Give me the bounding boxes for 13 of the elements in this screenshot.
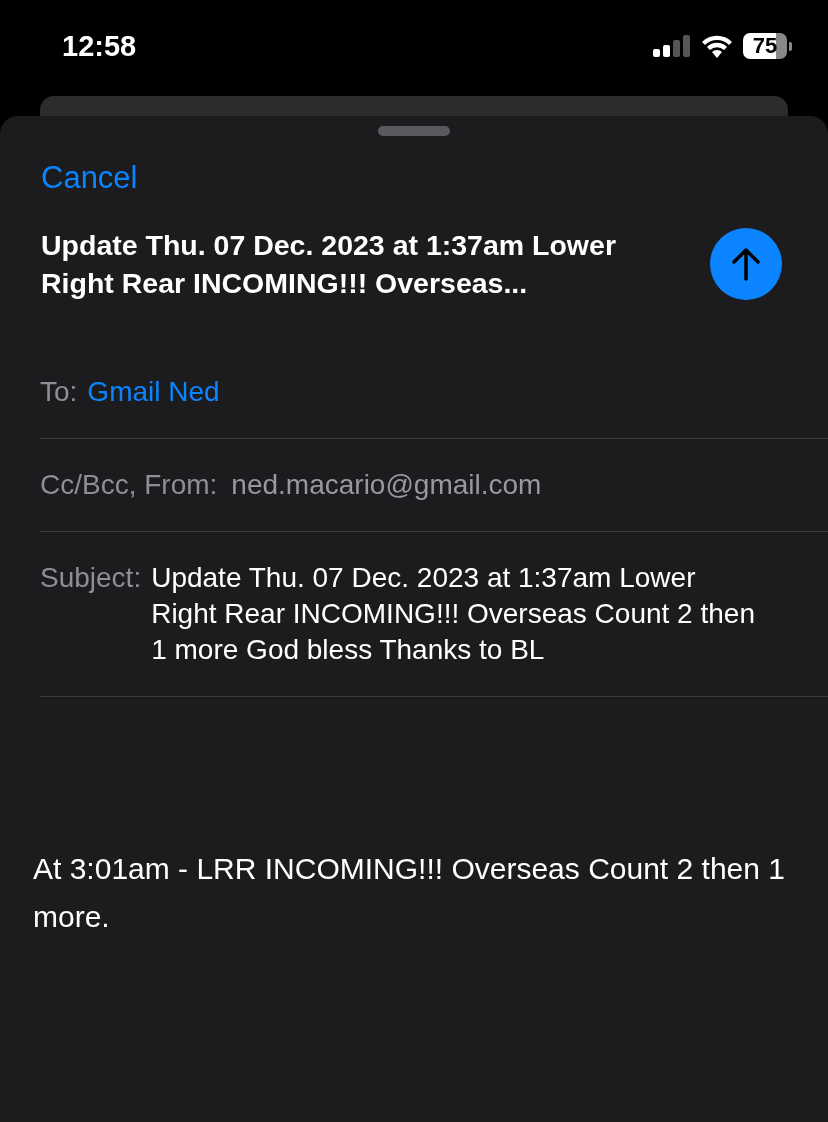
arrow-up-icon (731, 247, 761, 281)
field-label: To: (40, 375, 78, 409)
cancel-button[interactable]: Cancel (41, 160, 138, 196)
message-body[interactable]: At 3:01am - LRR INCOMING!!! Overseas Count 2 then 1 more. (33, 845, 788, 941)
compose-title: Update Thu. 07 Dec. 2023 at 1:37am Lower Right Rear INCOMING!!! Overseas... (41, 228, 617, 301)
field-value[interactable]: ned.macario@gmail.com (231, 467, 602, 503)
field-label: Subject: (40, 561, 142, 595)
field-label: Cc/Bcc, From: (40, 468, 218, 502)
field-value[interactable]: Update Thu. 07 Dec. 2023 at 1:37am Lower Right Rear INCOMING!!! Overseas Count 2 then 1 more God bless Thanks to BL (151, 560, 828, 668)
wifi-icon (701, 34, 733, 58)
recipient-link[interactable]: Gmail Ned (87, 374, 280, 410)
clock-time: 12:58 (62, 29, 137, 63)
signal-icon (653, 35, 691, 57)
